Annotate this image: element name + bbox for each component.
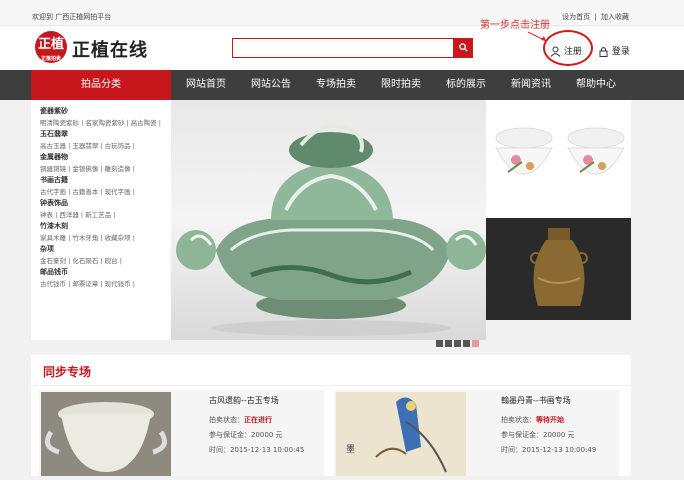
card-time: 时间：2015-12-13 10:00:45 xyxy=(209,446,305,454)
painting-image[interactable]: 墨 xyxy=(336,392,466,476)
jade-cup xyxy=(44,402,168,472)
card-deposit: 参与保证金：20000 元 xyxy=(501,431,575,439)
category-subs[interactable]: 高古玉器 | 玉器翡翠 | 古玩饰品 | xyxy=(40,140,171,152)
user-icon xyxy=(550,46,561,57)
register-button[interactable]: 注册 xyxy=(550,44,582,57)
category-subs[interactable]: 古代钱币 | 邮票证章 | 现代钱币 | xyxy=(40,278,171,290)
lock-icon xyxy=(599,47,608,57)
top-bar: 欢迎到 广西正植网拍平台 设为首页 | 加入收藏 xyxy=(0,0,684,26)
top-separator: | xyxy=(594,13,597,21)
jade-cup-image[interactable] xyxy=(41,392,171,476)
banner-image[interactable] xyxy=(171,100,486,340)
card-title[interactable]: 翰墨丹青--书画专场 xyxy=(501,395,571,406)
auction-card-jade[interactable]: 古风遗韵--古玉专场 拍卖状态：正在进行 参与保证金：20000 元 时间：20… xyxy=(39,390,324,476)
search-button[interactable] xyxy=(453,38,473,58)
carousel-dot[interactable] xyxy=(436,340,443,347)
category-title[interactable]: 书画古籍 xyxy=(40,175,171,186)
card-title[interactable]: 古风遗韵--古玉专场 xyxy=(209,395,279,406)
site-logo[interactable]: 正植 正植拍卖 xyxy=(35,31,67,63)
nav-item-timed-auction[interactable]: 限时拍卖 xyxy=(381,70,421,100)
card-status: 拍卖状态：正在进行 xyxy=(209,415,272,425)
bronze-vase xyxy=(530,228,588,306)
card-time: 时间：2015-12-13 10:00:49 xyxy=(501,446,597,454)
top-links: 设为首页 | 加入收藏 xyxy=(560,12,629,22)
login-button[interactable]: 登录 xyxy=(598,44,630,57)
section-title: 同步专场 xyxy=(43,365,92,379)
category-title[interactable]: 邮品钱币 xyxy=(40,267,171,278)
carousel-dot-active[interactable] xyxy=(472,340,479,347)
bronze-vase-image[interactable] xyxy=(486,218,631,320)
set-home-link[interactable]: 设为首页 xyxy=(562,13,590,21)
category-sidebar: 瓷器紫砂 明清陶瓷紫砂 | 名家陶瓷紫砂 | 高古陶瓷 | 玉石翡翠 高古玉器 … xyxy=(31,100,171,340)
category-title[interactable]: 竹漆木刻 xyxy=(40,221,171,232)
category-subs[interactable]: 明清陶瓷紫砂 | 名家陶瓷紫砂 | 高古陶瓷 | xyxy=(40,117,171,129)
login-label: 登录 xyxy=(611,47,630,57)
search-icon xyxy=(458,43,468,52)
carousel-dots xyxy=(436,332,481,351)
nav-item-help[interactable]: 帮助中心 xyxy=(576,70,616,100)
auction-card-painting[interactable]: 墨 翰墨丹青--书画专场 拍卖状态：等待开始 参与保证金：20000 元 时间：… xyxy=(334,390,619,476)
porcelain-image xyxy=(495,127,625,175)
search-input[interactable] xyxy=(232,38,454,58)
card-status-value: 正在进行 xyxy=(244,416,272,424)
category-subs[interactable]: 古代字画 | 古籍善本 | 现代字画 | xyxy=(40,186,171,198)
card-deposit: 参与保证金：20000 元 xyxy=(209,431,283,439)
brand-name: 正植在线 xyxy=(72,40,148,61)
category-subs[interactable]: 金石篆刻 | 化石陨石 | 砚台 | xyxy=(40,255,171,267)
category-subs[interactable]: 家具木雕 | 竹木牙角 | 收藏杂项 | xyxy=(40,232,171,244)
card-status-value: 等待开始 xyxy=(536,416,564,424)
logo-sub: 正植拍卖 xyxy=(40,56,61,62)
carousel-dot[interactable] xyxy=(463,340,470,347)
category-title[interactable]: 金属器物 xyxy=(40,152,171,163)
svg-text:墨: 墨 xyxy=(346,444,355,455)
welcome-text: 欢迎到 广西正植网拍平台 xyxy=(32,13,112,21)
register-label: 注册 xyxy=(563,47,582,57)
nav-category[interactable]: 拍品分类 xyxy=(31,70,171,100)
card-status-label: 拍卖状态： xyxy=(501,416,536,424)
bird-painting: 墨 xyxy=(346,397,447,473)
category-title[interactable]: 杂项 xyxy=(40,244,171,255)
porcelain-cups-image[interactable] xyxy=(486,100,631,218)
category-title[interactable]: 玉石翡翠 xyxy=(40,129,171,140)
sync-special-section: 同步专场 古风遗韵--古玉专场 拍卖状态：正在进行 参与保证金：20000 元 … xyxy=(31,355,631,476)
nav-item-showcase[interactable]: 标的展示 xyxy=(446,70,486,100)
section-divider xyxy=(31,385,631,386)
category-subs[interactable]: 铜器铜镜 | 金银佛像 | 雕刻造像 | xyxy=(40,163,171,175)
nav-item-home[interactable]: 网站首页 xyxy=(186,70,226,100)
logo-text: 正植 xyxy=(37,37,64,52)
main-nav: 拍品分类 网站首页 网站公告 专场拍卖 限时拍卖 标的展示 新闻资讯 帮助中心 xyxy=(0,70,684,100)
register-annotation: 第一步点击注册 xyxy=(480,20,550,31)
nav-item-special-auction[interactable]: 专场拍卖 xyxy=(316,70,356,100)
nav-item-news[interactable]: 新闻资讯 xyxy=(511,70,551,100)
category-title[interactable]: 钟表饰品 xyxy=(40,198,171,209)
card-status: 拍卖状态：等待开始 xyxy=(501,415,564,425)
category-title[interactable]: 瓷器紫砂 xyxy=(40,106,171,117)
card-status-label: 拍卖状态： xyxy=(209,416,244,424)
nav-item-notice[interactable]: 网站公告 xyxy=(251,70,291,100)
carousel-dot[interactable] xyxy=(445,340,452,347)
jade-censer-image xyxy=(176,124,486,336)
carousel-dot[interactable] xyxy=(454,340,461,347)
category-subs[interactable]: 钟表 | 西洋器 | 新工艺品 | xyxy=(40,209,171,221)
add-favorite-link[interactable]: 加入收藏 xyxy=(601,13,629,21)
